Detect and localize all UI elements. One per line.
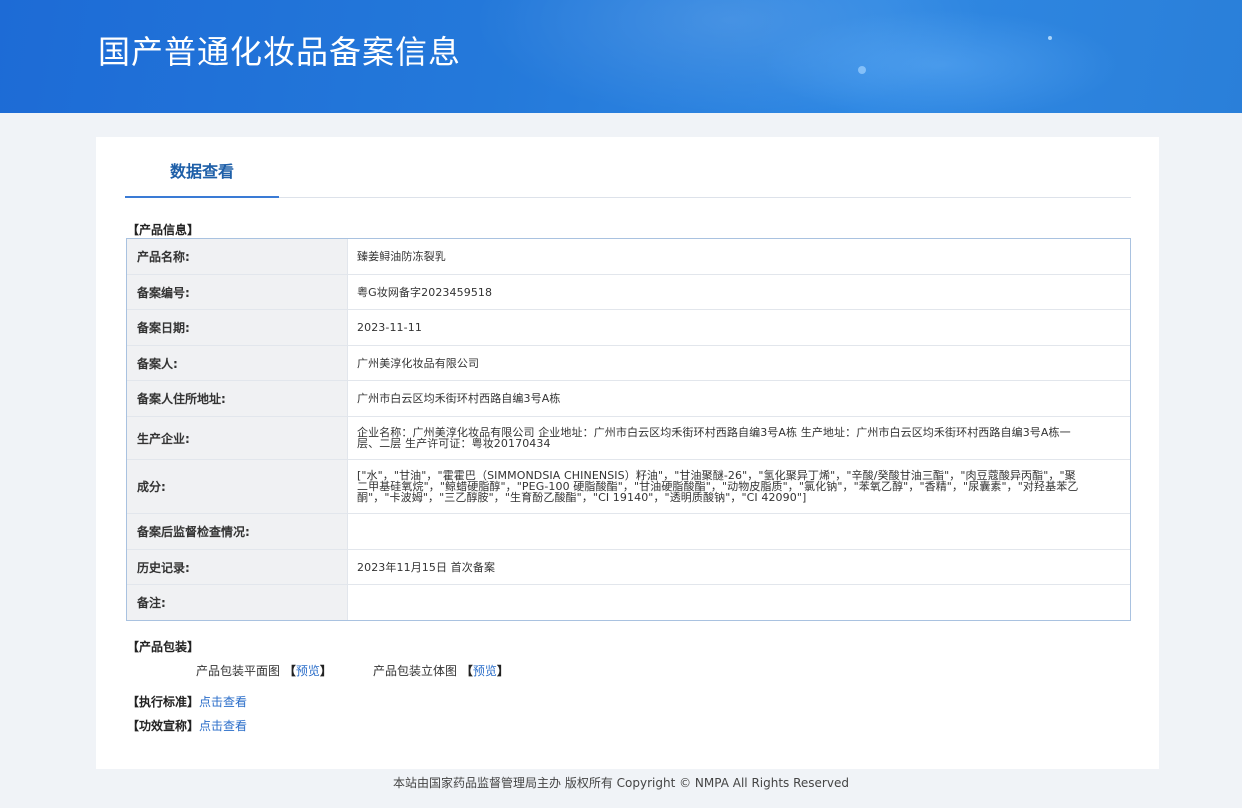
row-value: 广州市白云区均禾街环村西路自编3号A栋 — [357, 392, 561, 405]
page-title: 国产普通化妆品备案信息 — [98, 33, 462, 71]
packaging-stereo-item: 产品包装立体图 【预览】 — [373, 662, 509, 679]
table-row: 备案人住所地址: 广州市白云区均禾街环村西路自编3号A栋 — [127, 381, 1130, 417]
packaging-heading: 【产品包装】 — [127, 640, 200, 654]
row-key: 生产企业: — [127, 417, 348, 459]
row-value — [348, 514, 1130, 549]
claims-heading: 【功效宣称】 — [127, 719, 200, 733]
bracket-open: 【 — [460, 664, 473, 678]
row-value: 2023年11月15日 首次备案 — [357, 560, 496, 574]
product-info-table: 产品名称: 臻姜鲟油防冻裂乳 备案编号: 粤G妆网备字2023459518 备案… — [126, 238, 1131, 621]
row-key: 备案日期: — [127, 310, 348, 345]
row-key: 成分: — [127, 460, 348, 513]
table-row: 成分: ["水"，"甘油"，"霍霍巴（SIMMONDSIA CHINENSIS）… — [127, 460, 1130, 514]
tab-data-view[interactable]: 数据查看 — [125, 159, 279, 199]
flat-preview-link[interactable]: 预览 — [296, 664, 320, 678]
stereo-preview-link[interactable]: 预览 — [473, 664, 497, 678]
row-key: 备案人住所地址: — [127, 381, 348, 416]
row-value: 广州美淳化妆品有限公司 — [357, 356, 480, 370]
table-row: 备注: — [127, 585, 1130, 620]
row-value: ["水"，"甘油"，"霍霍巴（SIMMONDSIA CHINENSIS）籽油"，… — [357, 469, 1079, 504]
packaging-flat-item: 产品包装平面图 【预览】 — [196, 662, 332, 679]
bracket-close: 】 — [496, 664, 509, 678]
claims-view-link[interactable]: 点击查看 — [199, 719, 247, 733]
table-row: 生产企业: 企业名称：广州美淳化妆品有限公司 企业地址：广州市白云区均禾街环村西… — [127, 417, 1130, 460]
table-row: 备案后监督检查情况: — [127, 514, 1130, 550]
row-value: 企业名称：广州美淳化妆品有限公司 企业地址：广州市白云区均禾街环村西路自编3号A… — [357, 426, 1071, 450]
table-row: 备案编号: 粤G妆网备字2023459518 — [127, 275, 1130, 310]
packaging-flat-label: 产品包装平面图 — [196, 664, 281, 678]
standard-row: 【执行标准】点击查看 — [127, 693, 247, 710]
row-key: 备案人: — [127, 346, 348, 380]
row-key: 备案后监督检查情况: — [127, 514, 348, 549]
claims-row: 【功效宣称】点击查看 — [127, 717, 247, 734]
bracket-close: 】 — [319, 664, 332, 678]
table-row: 历史记录: 2023年11月15日 首次备案 — [127, 550, 1130, 585]
row-key: 备注: — [127, 585, 348, 620]
header-decoration-dot — [858, 66, 866, 74]
product-info-heading: 【产品信息】 — [127, 223, 200, 237]
row-value: 臻姜鲟油防冻裂乳 — [357, 250, 446, 263]
row-key: 产品名称: — [127, 239, 348, 274]
row-value: 粤G妆网备字2023459518 — [357, 285, 493, 299]
standard-view-link[interactable]: 点击查看 — [199, 695, 247, 709]
table-row: 产品名称: 臻姜鲟油防冻裂乳 — [127, 239, 1130, 275]
table-row: 备案人: 广州美淳化妆品有限公司 — [127, 346, 1130, 381]
header-decoration — [760, 10, 1120, 113]
header-decoration-dot — [1048, 36, 1052, 40]
tab-active-indicator — [125, 196, 279, 198]
row-value — [348, 585, 1130, 620]
row-key: 历史记录: — [127, 550, 348, 584]
page-header: 国产普通化妆品备案信息 — [0, 0, 1242, 113]
packaging-stereo-label: 产品包装立体图 — [373, 664, 458, 678]
table-row: 备案日期: 2023-11-11 — [127, 310, 1130, 346]
row-value: 2023-11-11 — [357, 321, 422, 334]
bracket-open: 【 — [283, 664, 296, 678]
content-card: 数据查看 【产品信息】 产品名称: 臻姜鲟油防冻裂乳 备案编号: 粤G妆网备字2… — [96, 137, 1159, 769]
standard-heading: 【执行标准】 — [127, 695, 200, 709]
row-key: 备案编号: — [127, 275, 348, 309]
footer-copyright: 本站由国家药品监督管理局主办 版权所有 Copyright © NMPA All… — [393, 776, 849, 790]
